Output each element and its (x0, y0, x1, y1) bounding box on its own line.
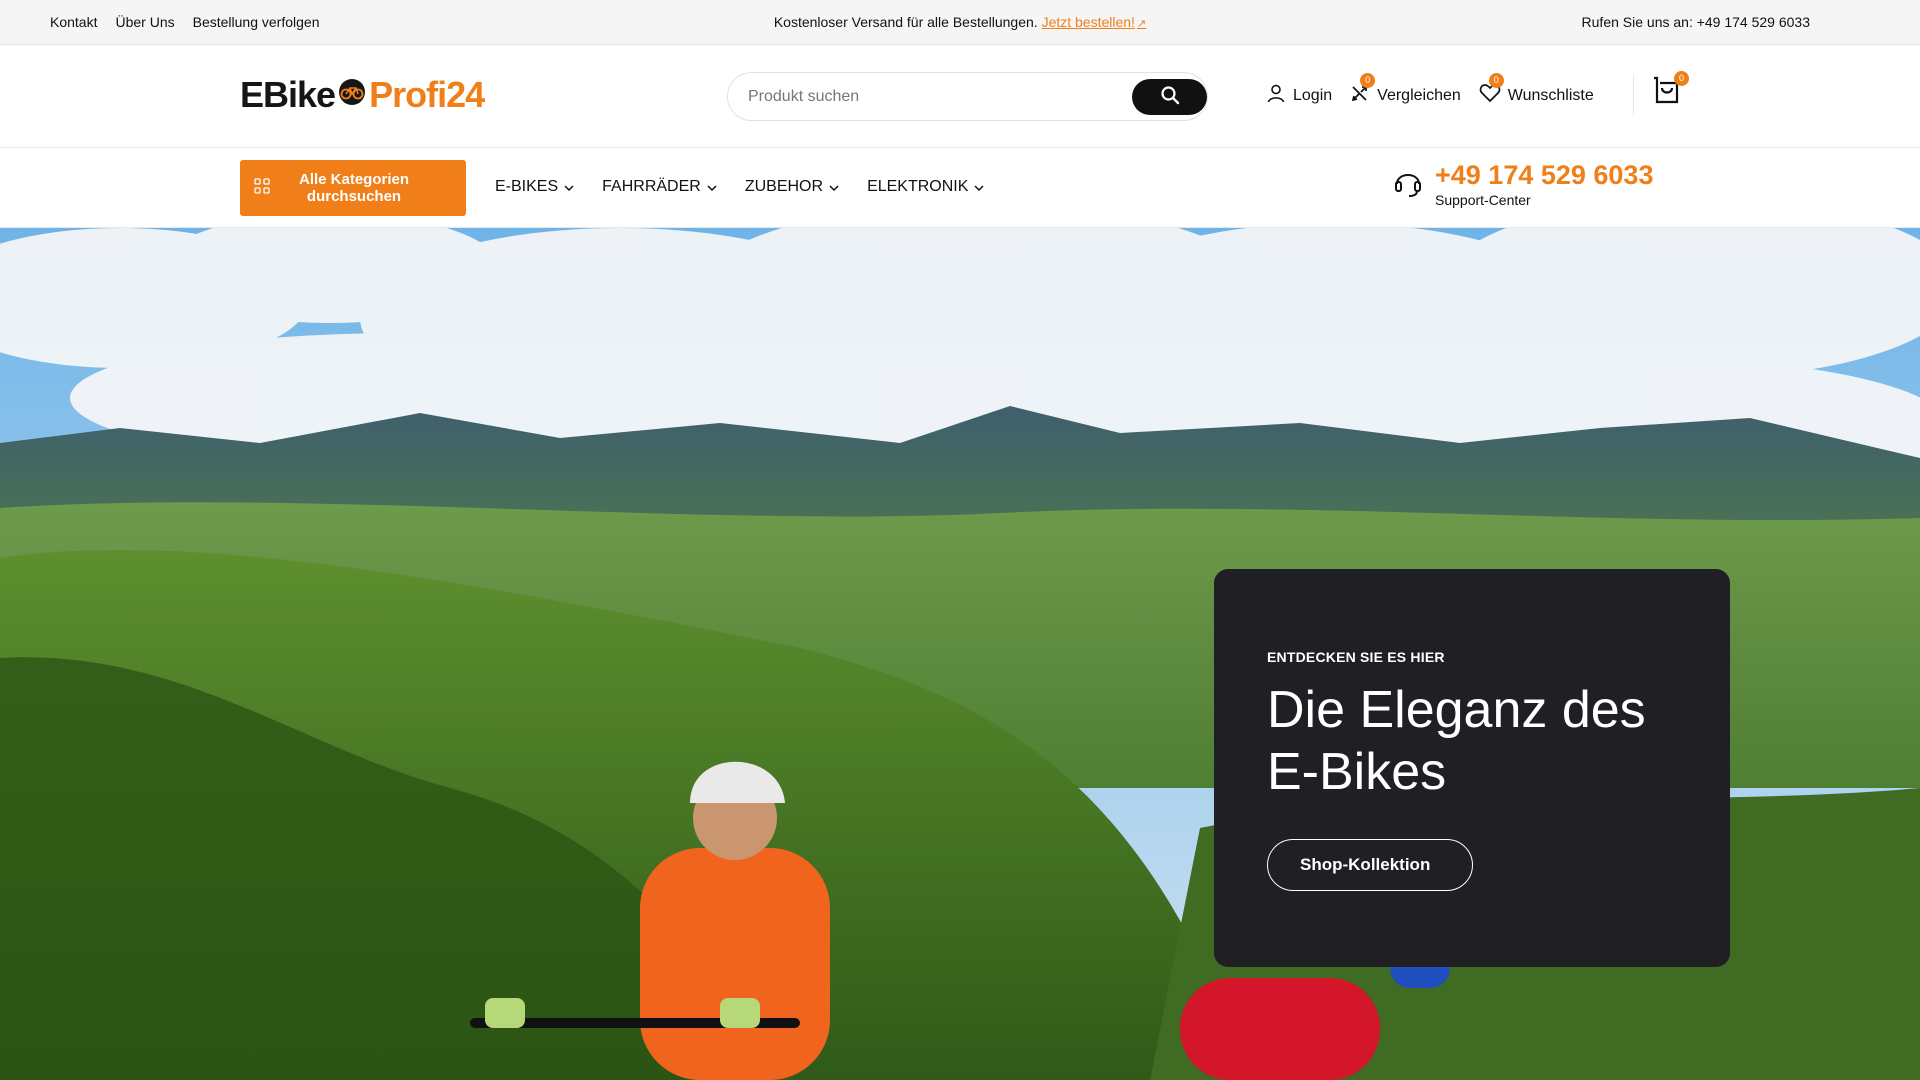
chevron-down-icon (564, 178, 574, 196)
logo-text-profi24: Profi24 (369, 74, 485, 115)
wishlist-count-badge: 0 (1488, 73, 1504, 88)
compare-label: Vergleichen (1377, 86, 1461, 104)
wishlist-label: Wunschliste (1507, 86, 1594, 104)
main-nav: Alle Kategorien durchsuchen E-BIKES FAHR… (0, 148, 1920, 228)
header: EBike Profi24 Login (0, 45, 1920, 148)
chevron-down-icon (707, 178, 717, 196)
grid-icon (254, 178, 270, 198)
wishlist-button[interactable]: 0 Wunschliste (1479, 73, 1594, 108)
chevron-down-icon (974, 178, 984, 196)
chevron-down-icon (829, 178, 839, 196)
search-bar (727, 72, 1208, 121)
all-categories-label: Alle Kategorien durchsuchen (298, 171, 410, 205)
all-categories-button[interactable]: Alle Kategorien durchsuchen (240, 160, 466, 216)
promo-link-label: Jetzt bestellen! (1041, 14, 1135, 30)
headset-icon (1393, 166, 1423, 203)
nav-item-fahrraeder[interactable]: FAHRRÄDER (602, 178, 717, 196)
logo-text-ebike: EBike (240, 74, 336, 115)
nav-item-label: FAHRRÄDER (602, 178, 701, 195)
nav-item-elektronik[interactable]: ELEKTRONIK (867, 178, 984, 196)
nav-item-label: E-BIKES (495, 178, 559, 195)
promo-link[interactable]: Jetzt bestellen! ↗ (1042, 14, 1147, 30)
logo[interactable]: EBike Profi24 (240, 74, 485, 116)
nav-item-zubehor[interactable]: ZUBEHOR (745, 178, 839, 196)
bicycle-logo-icon (337, 74, 367, 116)
support-phone: +49 174 529 6033 (1435, 160, 1654, 190)
nav-item-label: ELEKTRONIK (867, 178, 969, 195)
cart-count-badge: 0 (1674, 71, 1689, 86)
search-icon (1160, 85, 1180, 110)
shopping-bag-icon (1652, 76, 1680, 109)
header-actions: Login 0 Vergleichen 0 Wunschliste (1266, 73, 1612, 108)
support-center[interactable]: +49 174 529 6033 Support-Center (1393, 160, 1653, 208)
top-bar: Kontakt Über Uns Bestellung verfolgen Ko… (0, 0, 1920, 45)
cart-button[interactable]: 0 (1633, 71, 1689, 115)
category-menu: E-BIKES FAHRRÄDER ZUBEHOR ELEKTRONIK (495, 178, 984, 196)
top-bar-phone: Rufen Sie uns an: +49 174 529 6033 (1581, 14, 1810, 30)
support-text: +49 174 529 6033 Support-Center (1435, 160, 1653, 208)
shop-collection-button[interactable]: Shop-Kollektion (1267, 839, 1474, 891)
compare-button[interactable]: 0 Vergleichen (1350, 73, 1461, 108)
hero-title: Die Eleganz des E-Bikes (1267, 681, 1646, 801)
search-button[interactable] (1132, 79, 1207, 115)
promo-text: Kostenloser Versand für alle Bestellunge… (773, 14, 1038, 30)
hero-banner: ENTDECKEN SIE ES HIER Die Eleganz des E-… (0, 228, 1920, 1080)
support-label: Support-Center (1435, 192, 1531, 208)
login-label: Login (1293, 86, 1333, 104)
nav-item-label: ZUBEHOR (744, 178, 824, 195)
compare-count-badge: 0 (1360, 73, 1376, 88)
user-icon (1266, 83, 1286, 108)
nav-item-ebikes[interactable]: E-BIKES (495, 178, 574, 196)
hero-eyebrow: ENTDECKEN SIE ES HIER (1267, 649, 1445, 665)
arrow-up-right-icon: ↗ (1136, 18, 1147, 30)
search-input[interactable] (748, 73, 1128, 120)
login-button[interactable]: Login (1266, 83, 1332, 108)
hero-card: ENTDECKEN SIE ES HIER Die Eleganz des E-… (1214, 569, 1730, 967)
